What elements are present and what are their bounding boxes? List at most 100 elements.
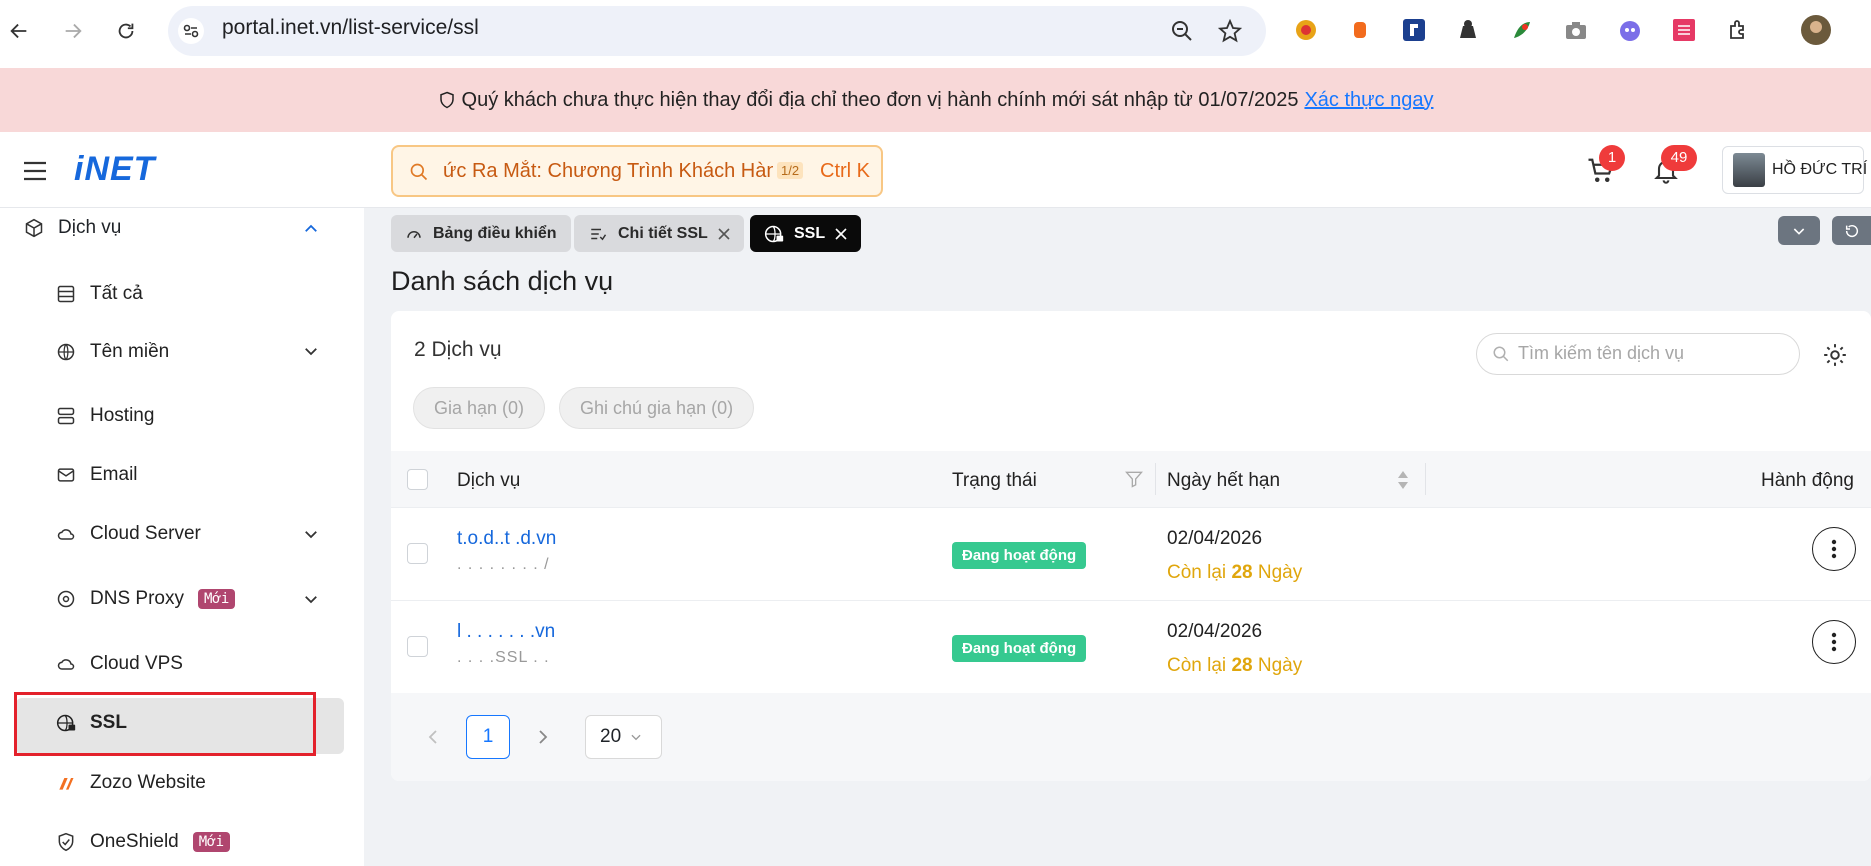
table-row xyxy=(391,601,1871,694)
forward-icon[interactable] xyxy=(58,16,88,46)
sidebar-item-all[interactable]: Tất cả xyxy=(56,283,143,305)
close-icon[interactable] xyxy=(835,227,847,240)
row-actions-button[interactable] xyxy=(1812,620,1856,664)
sidebar-item-dns-proxy[interactable]: DNS Proxy Mới xyxy=(56,588,236,610)
column-status[interactable]: Trạng thái xyxy=(952,470,1037,492)
sidebar-item-domains[interactable]: Tên miền xyxy=(56,341,169,363)
sidebar-item-email[interactable]: Email xyxy=(56,464,138,486)
extension-2-icon[interactable] xyxy=(1345,15,1375,45)
row-actions-button[interactable] xyxy=(1812,527,1856,571)
row-checkbox[interactable] xyxy=(407,636,428,657)
extension-5-icon[interactable] xyxy=(1507,15,1537,45)
server-icon xyxy=(56,406,76,426)
extension-3-icon[interactable] xyxy=(1399,15,1429,45)
reload-icon[interactable] xyxy=(111,16,141,46)
service-name-link[interactable]: l . . . . . . .vn xyxy=(457,621,555,643)
sort-icon[interactable] xyxy=(1396,469,1410,491)
cloud-icon xyxy=(56,524,76,544)
sidebar-item-label: SSL xyxy=(90,712,127,733)
gauge-icon xyxy=(405,225,423,243)
box-icon xyxy=(24,218,44,238)
extension-8-icon[interactable] xyxy=(1669,15,1699,45)
sidebar-item-cloud-server[interactable]: Cloud Server xyxy=(56,523,201,545)
cloud-icon xyxy=(56,654,76,674)
remain-prefix: Còn lại xyxy=(1167,655,1227,676)
sidebar-section-services[interactable]: Dịch vụ xyxy=(24,217,121,239)
row-checkbox[interactable] xyxy=(407,543,428,564)
remain-suffix: Ngày xyxy=(1257,562,1303,583)
column-expiry[interactable]: Ngày hết hạn xyxy=(1167,470,1280,492)
column-divider xyxy=(1155,463,1156,495)
tab-ssl-detail[interactable]: Chi tiết SSL xyxy=(574,215,744,252)
select-all-checkbox[interactable] xyxy=(407,469,428,490)
verify-now-link[interactable]: Xác thực ngay xyxy=(1304,89,1433,112)
user-name: HỒ ĐỨC TRÍ xyxy=(1772,161,1868,178)
sidebar-item-hosting[interactable]: Hosting xyxy=(56,405,154,427)
globe-icon xyxy=(56,342,76,362)
site-info-icon[interactable] xyxy=(178,18,204,44)
chevron-down-icon[interactable] xyxy=(302,342,320,360)
extension-1-icon[interactable] xyxy=(1291,15,1321,45)
column-divider xyxy=(1425,463,1426,495)
extensions-puzzle-icon[interactable] xyxy=(1724,15,1754,45)
refresh-icon xyxy=(1844,223,1860,239)
expiry-date: 02/04/2026 xyxy=(1167,621,1263,642)
extension-4-icon[interactable] xyxy=(1453,15,1483,45)
next-page-icon[interactable] xyxy=(536,729,550,745)
status-badge: Đang hoạt động xyxy=(952,542,1087,569)
bookmark-star-icon[interactable] xyxy=(1218,19,1242,43)
sidebar-item-cloud-vps[interactable]: Cloud VPS xyxy=(56,653,183,675)
zoom-icon[interactable] xyxy=(1170,19,1194,43)
chevron-down-icon[interactable] xyxy=(302,590,320,608)
filter-icon[interactable] xyxy=(1124,469,1144,489)
banner-message: Quý khách chưa thực hiện thay đổi địa ch… xyxy=(461,88,1299,111)
days-remaining: Còn lại 28 Ngày xyxy=(1167,655,1302,677)
column-service[interactable]: Dịch vụ xyxy=(457,470,520,492)
sidebar-item-label: Tất cả xyxy=(90,283,143,304)
proxy-icon xyxy=(56,589,76,609)
tabs-dropdown-button[interactable] xyxy=(1778,216,1820,245)
shield-check-icon xyxy=(56,832,76,852)
days-remaining: Còn lại 28 Ngày xyxy=(1167,562,1302,584)
camera-icon[interactable] xyxy=(1561,15,1591,45)
search-placeholder: Tìm kiếm tên dịch vụ xyxy=(1518,343,1685,363)
renew-button[interactable]: Gia hạn (0) xyxy=(413,387,546,429)
sidebar-item-label: Cloud VPS xyxy=(90,653,183,674)
settings-gear-icon[interactable] xyxy=(1822,342,1848,368)
remain-days: 28 xyxy=(1231,655,1253,676)
back-icon[interactable] xyxy=(4,16,34,46)
menu-hamburger-icon[interactable] xyxy=(22,160,48,182)
service-name-link[interactable]: t.o.d..t .d.vn xyxy=(457,528,556,550)
remain-prefix: Còn lại xyxy=(1167,562,1227,583)
tab-label: Bảng điều khiển xyxy=(433,224,557,242)
chevron-down-icon xyxy=(1791,223,1807,239)
remain-suffix: Ngày xyxy=(1257,655,1303,676)
tab-ssl[interactable]: SSL xyxy=(750,215,862,252)
chevron-down-icon[interactable] xyxy=(302,525,320,543)
sidebar-item-zozo-website[interactable]: Zozo Website xyxy=(56,772,206,794)
sidebar-item-ssl[interactable]: SSL xyxy=(56,712,127,734)
sidebar-item-oneshield[interactable]: OneShield Mới xyxy=(56,831,231,853)
page-number-button[interactable]: 1 xyxy=(466,715,510,759)
tab-label: Chi tiết SSL xyxy=(618,224,708,242)
notification-count-badge: 49 xyxy=(1661,145,1697,171)
page-size-select[interactable]: 20 xyxy=(585,715,662,759)
more-vertical-icon xyxy=(1831,539,1837,559)
service-count: 2 Dịch vụ xyxy=(414,338,502,361)
profile-avatar[interactable] xyxy=(1801,15,1831,45)
service-subtitle: . . . .SSL . . xyxy=(457,649,550,666)
close-icon[interactable] xyxy=(718,227,730,240)
promo-counter: 1/2 xyxy=(777,162,804,179)
inet-logo[interactable]: iNET xyxy=(74,150,155,189)
tab-dashboard[interactable]: Bảng điều khiển xyxy=(391,215,571,252)
refresh-tabs-button[interactable] xyxy=(1832,216,1871,245)
more-vertical-icon xyxy=(1831,632,1837,652)
prev-page-icon[interactable] xyxy=(426,729,440,745)
extension-7-icon[interactable] xyxy=(1615,15,1645,45)
zozo-logo-icon xyxy=(56,773,76,793)
expiry-date: 02/04/2026 xyxy=(1167,528,1263,549)
chevron-down-icon xyxy=(629,730,643,744)
chevron-up-icon[interactable] xyxy=(302,220,320,238)
renew-note-button[interactable]: Ghi chú gia hạn (0) xyxy=(559,387,755,429)
sidebar-section-label: Dịch vụ xyxy=(58,217,122,238)
